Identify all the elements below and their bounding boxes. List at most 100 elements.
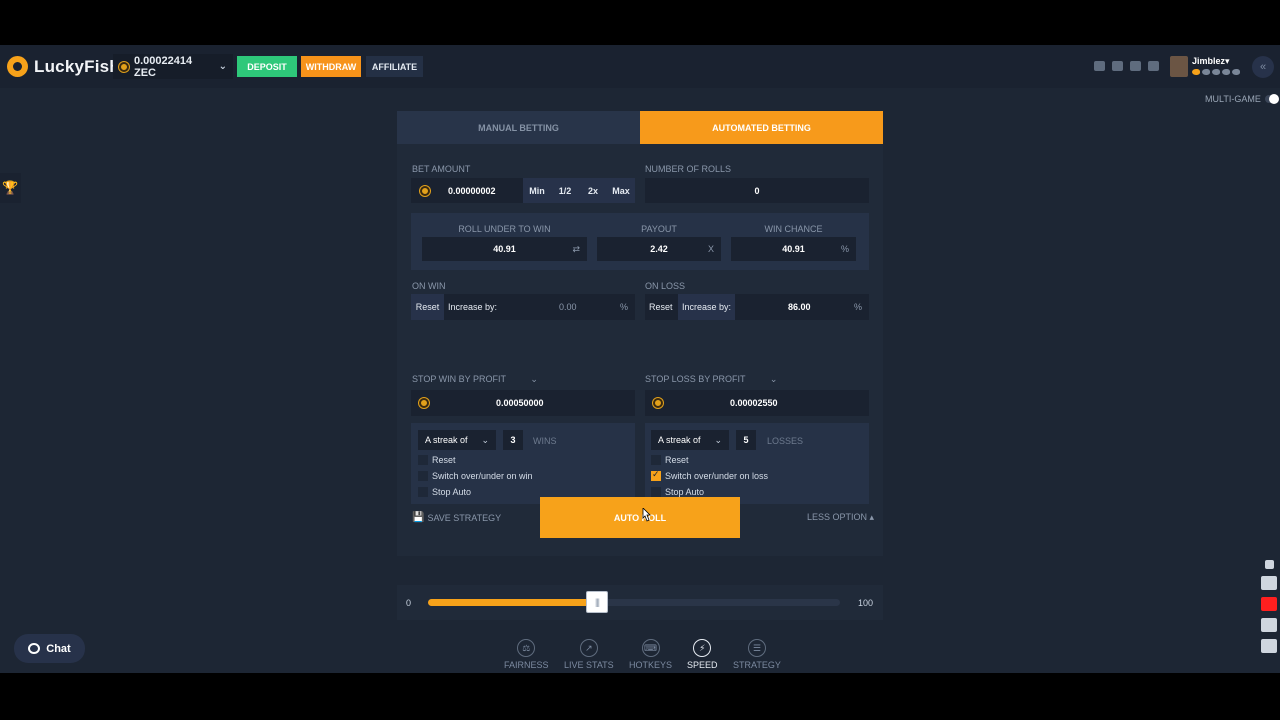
bet-min-button[interactable]: Min [523,178,551,203]
payout-suffix: X [707,244,714,254]
bet-max-button[interactable]: Max [607,178,635,203]
rolls-input[interactable]: 0 [645,178,869,203]
bet-double-button[interactable]: 2x [579,178,607,203]
tab-manual-betting[interactable]: MANUAL BETTING [397,111,640,144]
checkbox-checked[interactable] [651,469,661,481]
top-header: LuckyFish 0.00022414 ZEC ⌄ DEPOSIT WITHD… [0,45,1280,88]
save-strategy-label: SAVE STRATEGY [427,512,502,523]
stats-icon: ↗ [579,639,598,657]
loss-option-stop[interactable]: Stop Auto [651,487,704,497]
save-strategy-button[interactable]: 💾 SAVE STRATEGY [412,512,501,523]
messages-icon[interactable] [1112,61,1123,71]
stop-win-label[interactable]: STOP WIN BY PROFIT ⌄ [412,374,538,385]
on-loss-increase-button[interactable]: Increase by: [678,294,735,320]
on-loss-label: ON LOSS [645,281,686,291]
chat-button[interactable]: Chat [14,634,85,663]
slider-track[interactable]: ||| [428,591,840,613]
logo[interactable]: LuckyFish [7,56,120,77]
less-option-button[interactable]: LESS OPTION ▴ [807,512,874,523]
username-text: Jimblez [1192,56,1226,66]
zec-coin-icon [653,398,663,408]
multigame-toggle[interactable]: MULTI-GAME [1205,94,1279,104]
stop-loss-input[interactable]: 0.00002550 [645,390,869,416]
balance-selector[interactable]: 0.00022414 ZEC ⌄ [113,54,233,79]
recorder-toolbar [1261,560,1277,653]
checkbox[interactable] [651,455,661,465]
toggle-switch[interactable] [1264,94,1279,104]
loss-option-switch[interactable]: Switch over/under on loss [651,469,768,481]
win-streak-unit: WINS [533,436,557,446]
list-icon: ☰ [747,639,766,657]
fish-icon [1222,69,1230,75]
collapse-sidebar-button[interactable]: « [1252,56,1274,78]
on-win-reset-button[interactable]: Reset [411,294,444,320]
chevron-down-icon: ⌄ [769,374,778,384]
logo-text: LuckyFish [34,56,120,76]
piggy-bank-icon[interactable] [1148,61,1159,71]
chevron-down-icon: ⌄ [714,434,722,445]
nav-strategy-label: STRATEGY [733,660,781,670]
slider-max: 100 [857,598,873,608]
win-option-switch[interactable]: Switch over/under on win [418,471,533,481]
chevron-down-icon: ⌄ [218,61,227,72]
record-icon[interactable] [1261,597,1277,611]
win-option-stop[interactable]: Stop Auto [418,487,471,497]
roll-under-input[interactable]: 40.91 ⇄ [422,237,587,261]
deposit-button[interactable]: DEPOSIT [237,56,297,77]
loss-option-reset[interactable]: Reset [651,455,689,465]
nav-fairness-label: FAIRNESS [504,660,549,670]
nav-speed[interactable]: ⚡ SPEED [687,639,718,670]
stop-loss-label-text: STOP LOSS BY PROFIT [645,374,746,384]
loss-option-stop-label: Stop Auto [665,487,705,497]
win-streak-select[interactable]: A streak of ⌄ [418,430,496,450]
letterbox-bottom [0,673,1280,720]
auto-roll-button[interactable]: AUTO ROLL [540,497,740,538]
swap-icon[interactable]: ⇄ [572,244,580,255]
gallery-icon[interactable] [1261,618,1277,632]
stop-win-input[interactable]: 0.00050000 [411,390,635,416]
notifications-icon[interactable] [1130,61,1141,71]
camera-icon[interactable] [1261,576,1277,590]
affiliate-button[interactable]: AFFILIATE [366,56,423,77]
on-win-increase-button[interactable]: Increase by: [448,294,497,320]
win-option-reset[interactable]: Reset [418,455,456,465]
checkbox[interactable] [418,455,428,465]
slider-handle[interactable]: ||| [586,591,608,613]
bet-amount-input[interactable]: 0.00000002 [411,178,523,203]
on-loss-reset-button[interactable]: Reset [649,294,673,320]
nav-live-stats[interactable]: ↗ LIVE STATS [564,639,614,670]
add-icon[interactable] [1264,560,1274,569]
roll-under-value: 40.91 [493,244,516,254]
loss-streak-count[interactable]: 5 [736,430,756,450]
avatar[interactable] [1170,56,1188,77]
win-chance-input[interactable]: 40.91 % [731,237,856,261]
win-streak-group: A streak of ⌄ 3 WINS Reset Switch over/u… [411,423,635,504]
app-window: LuckyFish 0.00022414 ZEC ⌄ DEPOSIT WITHD… [0,45,1280,673]
payout-input[interactable]: 2.42 X [597,237,721,261]
faucet-icon[interactable] [1094,61,1105,71]
win-streak-count[interactable]: 3 [503,430,523,450]
nav-fairness[interactable]: ⚖ FAIRNESS [504,639,549,670]
multigame-label: MULTI-GAME [1205,94,1261,104]
chat-bubble-icon [28,643,41,654]
nav-live-stats-label: LIVE STATS [564,660,614,670]
checkbox[interactable] [418,471,428,481]
nav-hotkeys[interactable]: ⌨ HOTKEYS [629,639,672,670]
settings-gear-icon[interactable] [1261,639,1277,653]
stop-loss-value: 0.00002550 [730,398,778,408]
win-chance-suffix: % [840,244,849,254]
checkbox[interactable] [418,487,428,497]
withdraw-button[interactable]: WITHDRAW [301,56,361,77]
bet-half-button[interactable]: 1/2 [551,178,579,203]
on-loss-input[interactable]: Reset Increase by: 86.00 % [645,294,869,320]
trophy-icon[interactable]: 🏆 [0,173,21,203]
username[interactable]: Jimblez▾ [1192,56,1230,67]
zec-coin-icon [419,398,429,408]
loss-streak-select[interactable]: A streak of ⌄ [651,430,729,450]
tab-automated-betting[interactable]: AUTOMATED BETTING [640,111,883,144]
stop-loss-label[interactable]: STOP LOSS BY PROFIT ⌄ [645,374,777,385]
header-icons [1094,61,1159,71]
nav-strategy[interactable]: ☰ STRATEGY [733,639,781,670]
checkbox[interactable] [651,487,661,497]
on-win-input[interactable]: Reset Increase by: 0.00 % [411,294,635,320]
